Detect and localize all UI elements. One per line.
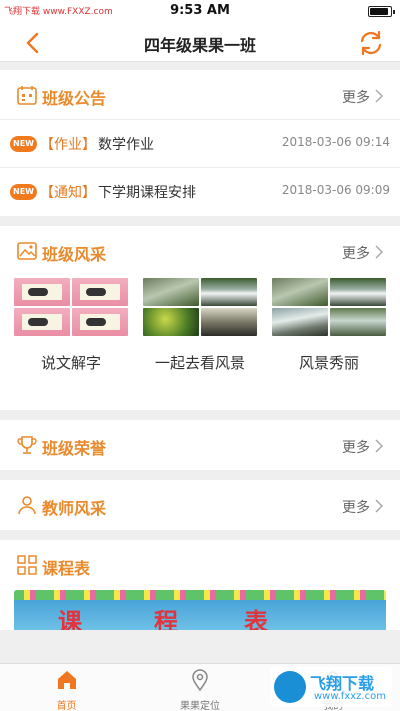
schedule-banner[interactable]: 课 程 表 [14, 590, 386, 630]
refresh-icon[interactable] [356, 28, 386, 58]
honors-section: 班级荣誉 更多 [0, 420, 400, 470]
section-title: 班级风采 [42, 245, 107, 264]
tab-label: 首页 [56, 701, 77, 711]
album-item[interactable]: 一起去看风景 [143, 278, 257, 410]
chevron-right-icon [375, 499, 384, 513]
watermark-sub: www.fxxz.com [314, 691, 386, 702]
notice-time: 2018-03-06 09:14 [281, 135, 390, 149]
section-title: 班级公告 [42, 89, 107, 108]
notice-tag: 【通知】 [40, 185, 96, 201]
nav-bar: 四年级果果一班 [0, 22, 400, 62]
watermark-logo-icon [274, 671, 306, 703]
album-label: 风景秀丽 [298, 354, 359, 372]
gallery-section: 班级风采 更多 说文解字 一起去看风景 风景秀丽 [0, 226, 400, 410]
chevron-right-icon [375, 439, 384, 453]
chevron-right-icon [375, 245, 384, 259]
banner-char: 课 [58, 608, 82, 630]
notice-item[interactable]: NEW 【通知】 下学期课程安排 2018-03-06 09:09 [0, 168, 400, 216]
home-icon [57, 671, 76, 689]
announcements-header[interactable]: 班级公告 更多 [0, 70, 400, 120]
album-label: 一起去看风景 [154, 354, 245, 372]
more-link[interactable]: 更多 [342, 243, 370, 263]
battery-icon [368, 6, 395, 17]
teachers-section: 教师风采 更多 [0, 480, 400, 530]
chevron-right-icon [375, 89, 384, 103]
notice-item[interactable]: NEW 【作业】 数学作业 2018-03-06 09:14 [0, 120, 400, 168]
banner-char: 程 [154, 608, 178, 630]
notice-text: 下学期课程安排 [98, 185, 196, 201]
album-grid: 说文解字 一起去看风景 风景秀丽 [0, 276, 400, 410]
person-icon [18, 496, 36, 515]
teachers-header[interactable]: 教师风采 更多 [0, 480, 400, 530]
status-bar: 飞翔下载 www.FXXZ.com 9:53 AM [0, 0, 400, 22]
schedule-header[interactable]: 课程表 [0, 540, 400, 590]
more-link[interactable]: 更多 [342, 87, 370, 107]
tab-location[interactable]: 果果定位 [133, 664, 266, 711]
album-cover [272, 278, 386, 336]
location-pin-icon [192, 669, 208, 692]
watermark: 飞翔下载 www.fxxz.com [270, 667, 392, 707]
new-badge: NEW [10, 136, 37, 152]
album-cover [143, 278, 257, 336]
more-link[interactable]: 更多 [342, 437, 370, 457]
image-icon [17, 242, 37, 260]
section-title: 课程表 [42, 559, 91, 578]
calendar-icon [17, 86, 37, 105]
section-title: 教师风采 [42, 499, 107, 518]
album-item[interactable]: 说文解字 [14, 278, 128, 410]
notice-time: 2018-03-06 09:09 [281, 183, 390, 197]
album-cover [14, 278, 128, 336]
notice-tag: 【作业】 [40, 137, 96, 153]
honors-header[interactable]: 班级荣誉 更多 [0, 420, 400, 470]
tab-label: 果果定位 [179, 701, 220, 711]
announcements-section: 班级公告 更多 NEW 【作业】 数学作业 2018-03-06 09:14 N… [0, 70, 400, 216]
schedule-section: 课程表 课 程 表 [0, 540, 400, 630]
album-label: 说文解字 [40, 354, 101, 372]
trophy-icon [17, 436, 37, 454]
tab-home[interactable]: 首页 [0, 664, 133, 711]
status-time: 9:53 AM [170, 3, 230, 18]
notice-text: 数学作业 [98, 137, 154, 153]
grid-icon [17, 555, 37, 575]
banner-char: 表 [244, 608, 268, 630]
page-title: 四年级果果一班 [143, 36, 256, 55]
album-item[interactable]: 风景秀丽 [272, 278, 386, 410]
more-link[interactable]: 更多 [342, 497, 370, 517]
gallery-header[interactable]: 班级风采 更多 [0, 226, 400, 276]
section-title: 班级荣誉 [42, 439, 107, 458]
new-badge: NEW [10, 184, 37, 200]
